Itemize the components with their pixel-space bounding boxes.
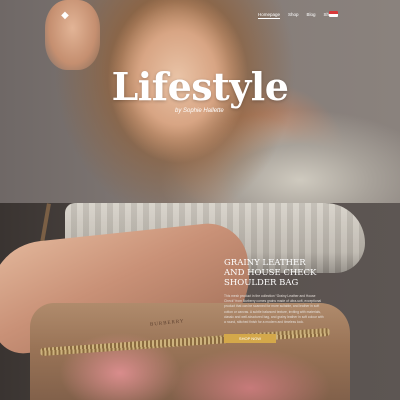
- product-info: GRAINY LEATHER AND HOUSE CHECK SHOULDER …: [224, 258, 324, 344]
- hero-photo-hand: [45, 0, 100, 70]
- shop-now-button[interactable]: SHOP NOW: [224, 334, 276, 344]
- hero-title: Lifestyle: [111, 64, 289, 109]
- product-section: BURBERRY: [0, 203, 400, 400]
- nav-item-shop[interactable]: Shop: [288, 12, 299, 19]
- logo-icon[interactable]: ◆: [60, 11, 70, 21]
- nav-item-homepage[interactable]: Homepage: [258, 12, 281, 19]
- hero-section: ◆ Homepage Shop Blog Shop Lifestyle by S…: [0, 0, 400, 203]
- language-flag-icon[interactable]: [329, 11, 338, 17]
- main-nav: Homepage Shop Blog Shop: [258, 12, 334, 19]
- hero-subtitle: by Sophie Hallette: [175, 108, 224, 114]
- nav-item-blog[interactable]: Blog: [307, 12, 316, 19]
- product-title: GRAINY LEATHER AND HOUSE CHECK SHOULDER …: [224, 258, 317, 288]
- product-description: This mesh product in the collection “Gra…: [224, 294, 324, 325]
